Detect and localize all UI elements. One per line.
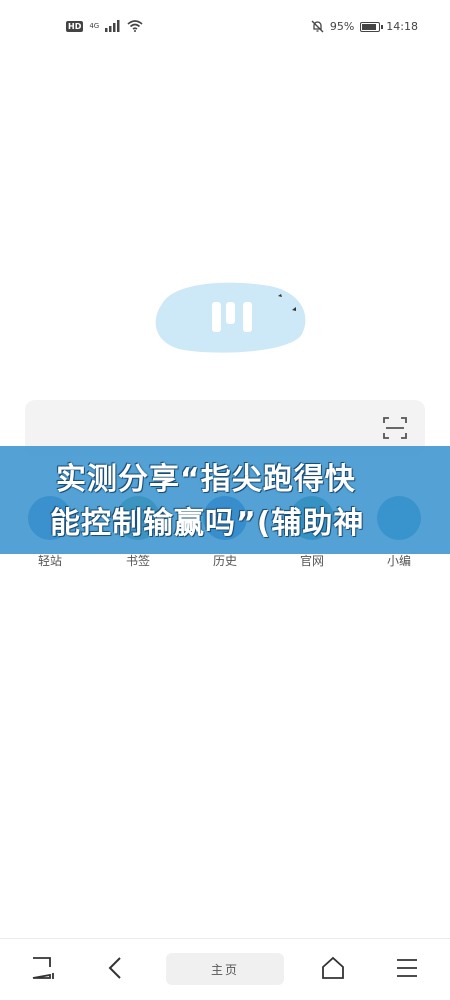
- browser-logo: [155, 282, 306, 353]
- tabs-icon[interactable]: [30, 955, 56, 981]
- battery-icon: [360, 21, 384, 32]
- home-icon[interactable]: [320, 955, 346, 981]
- bottom-nav: 主页: [0, 938, 450, 1000]
- quick-link-label: 书签: [125, 554, 150, 568]
- mute-bell-icon: [311, 20, 324, 33]
- status-left: HD 4G: [66, 20, 143, 32]
- scan-icon[interactable]: [383, 416, 407, 440]
- signal-icon: [105, 20, 120, 32]
- wifi-icon: [127, 20, 143, 32]
- quick-link-label: 轻站: [37, 554, 62, 568]
- quick-link-label: 历史: [212, 554, 237, 568]
- clock: 14:18: [386, 20, 418, 33]
- menu-icon[interactable]: [394, 955, 420, 981]
- back-icon[interactable]: [103, 955, 129, 981]
- banner-text-line-1: 实测分享“指尖跑得快: [56, 462, 356, 497]
- hd-badge: HD: [66, 20, 84, 32]
- quick-link-label: 小编: [386, 554, 411, 568]
- status-bar: HD 4G 95% 14:18: [0, 0, 450, 56]
- promo-banner[interactable]: 实测分享“指尖跑得快 能控制输赢吗”(辅助神: [0, 446, 450, 554]
- battery-percent: 95%: [329, 20, 355, 33]
- quick-link-label: 官网: [299, 554, 324, 568]
- status-right: 95% 14:18: [311, 20, 418, 33]
- home-tab-button[interactable]: 主页: [166, 953, 284, 985]
- banner-text-line-2: 能控制输赢吗”(辅助神: [50, 506, 365, 541]
- network-type: 4G: [89, 21, 100, 30]
